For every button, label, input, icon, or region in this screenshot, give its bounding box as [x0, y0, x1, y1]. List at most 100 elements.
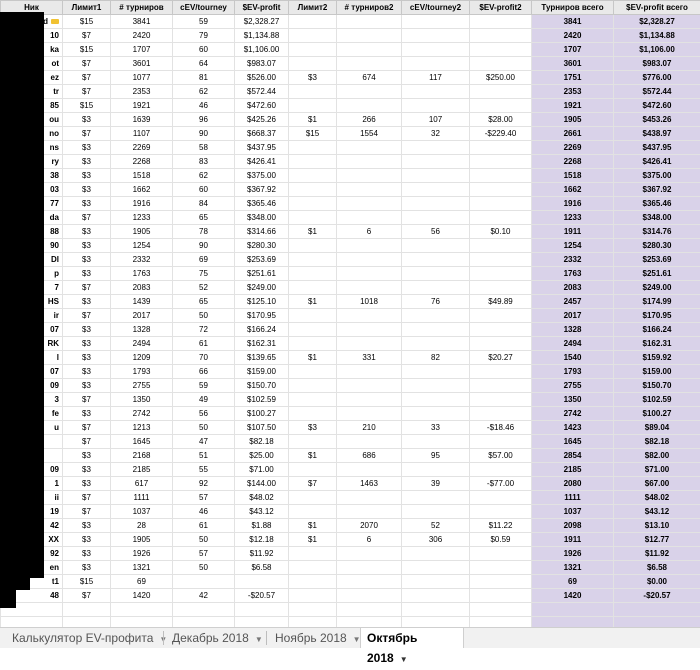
column-header[interactable]: $EV-profit	[235, 1, 289, 15]
data-cell[interactable]	[289, 211, 337, 225]
data-cell[interactable]: $1	[289, 225, 337, 239]
data-cell[interactable]	[402, 589, 470, 603]
data-cell[interactable]: 2755	[111, 379, 173, 393]
data-cell[interactable]: 2420	[111, 29, 173, 43]
data-cell[interactable]	[402, 365, 470, 379]
tab-november-2018[interactable]: Ноябрь 2018▼	[269, 628, 367, 648]
data-cell[interactable]: $2,328.27	[235, 15, 289, 29]
data-cell[interactable]: 90	[173, 239, 235, 253]
tab-october-2018[interactable]: Октябрь 2018▼	[360, 628, 464, 648]
tab-december-2018[interactable]: Декабрь 2018▼	[166, 628, 269, 648]
data-cell[interactable]	[402, 43, 470, 57]
data-cell[interactable]	[289, 169, 337, 183]
data-cell[interactable]: $107.50	[235, 421, 289, 435]
data-cell[interactable]: 60	[173, 43, 235, 57]
data-cell[interactable]: 1254	[111, 239, 173, 253]
data-cell[interactable]	[402, 183, 470, 197]
total-cell[interactable]: 1254	[532, 239, 614, 253]
data-cell[interactable]: $348.00	[235, 211, 289, 225]
data-cell[interactable]: 69	[111, 575, 173, 589]
data-cell[interactable]	[470, 463, 532, 477]
empty-cell[interactable]	[470, 603, 532, 617]
data-cell[interactable]: $7	[63, 85, 111, 99]
data-cell[interactable]	[470, 141, 532, 155]
total-cell[interactable]: $11.92	[614, 547, 700, 561]
data-cell[interactable]: $3	[63, 351, 111, 365]
data-cell[interactable]: $57.00	[470, 449, 532, 463]
data-cell[interactable]	[289, 463, 337, 477]
total-cell[interactable]: 1645	[532, 435, 614, 449]
data-cell[interactable]: $150.70	[235, 379, 289, 393]
data-cell[interactable]: 50	[173, 421, 235, 435]
data-cell[interactable]: 6	[337, 533, 402, 547]
total-cell[interactable]: 2494	[532, 337, 614, 351]
total-cell[interactable]: 2332	[532, 253, 614, 267]
data-cell[interactable]: $7	[63, 127, 111, 141]
data-cell[interactable]: 1018	[337, 295, 402, 309]
data-cell[interactable]	[337, 435, 402, 449]
data-cell[interactable]: 2070	[337, 519, 402, 533]
data-cell[interactable]: 81	[173, 71, 235, 85]
empty-cell[interactable]	[63, 603, 111, 617]
total-cell[interactable]: 3601	[532, 57, 614, 71]
total-cell[interactable]: $82.00	[614, 449, 700, 463]
data-cell[interactable]: 1209	[111, 351, 173, 365]
total-cell[interactable]: $48.02	[614, 491, 700, 505]
data-cell[interactable]	[337, 575, 402, 589]
data-cell[interactable]	[470, 239, 532, 253]
data-cell[interactable]: 2017	[111, 309, 173, 323]
data-cell[interactable]	[402, 561, 470, 575]
data-cell[interactable]: $365.46	[235, 197, 289, 211]
chevron-down-icon[interactable]: ▼	[255, 635, 263, 644]
data-cell[interactable]: 96	[173, 113, 235, 127]
data-cell[interactable]: 1328	[111, 323, 173, 337]
data-cell[interactable]: 1916	[111, 197, 173, 211]
data-cell[interactable]: 1905	[111, 225, 173, 239]
data-cell[interactable]: 55	[173, 463, 235, 477]
data-cell[interactable]	[470, 323, 532, 337]
data-cell[interactable]	[337, 99, 402, 113]
data-cell[interactable]: 46	[173, 505, 235, 519]
data-cell[interactable]	[470, 547, 532, 561]
data-cell[interactable]	[289, 99, 337, 113]
total-cell[interactable]: 1911	[532, 533, 614, 547]
data-cell[interactable]	[470, 505, 532, 519]
chevron-down-icon[interactable]: ▼	[400, 655, 408, 664]
total-cell[interactable]: $100.27	[614, 407, 700, 421]
data-cell[interactable]: 62	[173, 169, 235, 183]
total-cell[interactable]: $472.60	[614, 99, 700, 113]
data-cell[interactable]	[289, 281, 337, 295]
data-cell[interactable]: 42	[173, 589, 235, 603]
total-cell[interactable]: $251.61	[614, 267, 700, 281]
data-cell[interactable]: 82	[402, 351, 470, 365]
data-cell[interactable]: $170.95	[235, 309, 289, 323]
data-cell[interactable]: $249.00	[235, 281, 289, 295]
total-cell[interactable]: 1921	[532, 99, 614, 113]
data-cell[interactable]: $7	[63, 589, 111, 603]
data-cell[interactable]	[470, 379, 532, 393]
data-cell[interactable]: $3	[63, 239, 111, 253]
data-cell[interactable]: $3	[63, 337, 111, 351]
data-cell[interactable]	[289, 141, 337, 155]
data-cell[interactable]: $102.59	[235, 393, 289, 407]
total-cell[interactable]: 2269	[532, 141, 614, 155]
data-cell[interactable]: $3	[63, 155, 111, 169]
total-cell[interactable]: $13.10	[614, 519, 700, 533]
data-cell[interactable]: $166.24	[235, 323, 289, 337]
total-cell[interactable]: 1111	[532, 491, 614, 505]
total-cell[interactable]: 1662	[532, 183, 614, 197]
data-cell[interactable]: 51	[173, 449, 235, 463]
data-cell[interactable]	[470, 561, 532, 575]
data-cell[interactable]	[470, 337, 532, 351]
data-cell[interactable]	[402, 435, 470, 449]
data-cell[interactable]: $3	[63, 323, 111, 337]
data-cell[interactable]	[402, 337, 470, 351]
data-cell[interactable]	[289, 547, 337, 561]
data-cell[interactable]: 65	[173, 211, 235, 225]
data-cell[interactable]: 62	[173, 85, 235, 99]
data-cell[interactable]: 33	[402, 421, 470, 435]
data-cell[interactable]: $100.27	[235, 407, 289, 421]
data-cell[interactable]: 331	[337, 351, 402, 365]
data-cell[interactable]: 78	[173, 225, 235, 239]
data-cell[interactable]: -$20.57	[235, 589, 289, 603]
